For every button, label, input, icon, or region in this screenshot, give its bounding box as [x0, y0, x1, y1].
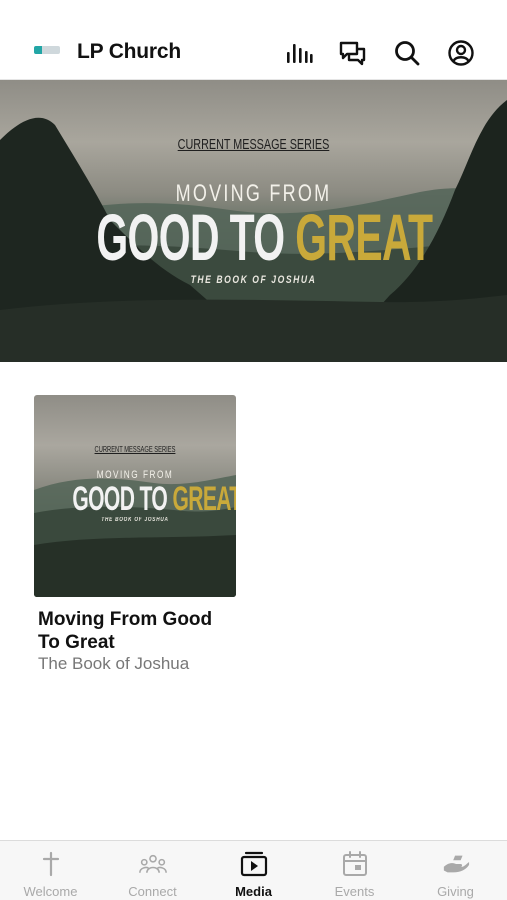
card-series-book: THE BOOK OF JOSHUA: [101, 517, 169, 523]
media-card-artwork[interactable]: CURRENT MESSAGE SERIES MOVING FROM GOOD …: [34, 395, 236, 597]
tab-giving[interactable]: Giving: [405, 841, 506, 900]
chat-icon[interactable]: [338, 38, 368, 68]
media-card[interactable]: CURRENT MESSAGE SERIES MOVING FROM GOOD …: [34, 395, 236, 673]
tab-events-label: Events: [334, 884, 375, 899]
card-series-tag: CURRENT MESSAGE SERIES: [94, 445, 176, 454]
giving-hand-icon: [442, 850, 470, 878]
media-card-title[interactable]: Moving From Good To Great: [38, 608, 238, 654]
tab-welcome-label: Welcome: [23, 884, 78, 899]
logo-icon[interactable]: [34, 46, 60, 54]
series-book: THE BOOK OF JOSHUA: [190, 274, 317, 286]
people-icon: [138, 850, 167, 878]
media-play-icon: [240, 850, 268, 878]
hero-banner[interactable]: CURRENT MESSAGE SERIES MOVING FROM GOOD …: [0, 80, 507, 362]
tab-events[interactable]: Events: [304, 841, 405, 900]
tab-bar: Welcome Connect Media Events Giving: [0, 840, 507, 900]
tab-welcome[interactable]: Welcome: [0, 841, 101, 900]
card-series-main-gold: GREAT: [172, 480, 236, 518]
search-icon[interactable]: [392, 38, 422, 68]
tab-media[interactable]: Media: [203, 841, 304, 900]
card-series-main-title: GOOD TO GREAT: [72, 480, 236, 518]
app-title: LP Church: [77, 40, 181, 63]
series-main-white: GOOD TO: [96, 200, 296, 274]
audio-bars-icon[interactable]: [284, 38, 314, 68]
tab-connect-label: Connect: [128, 884, 177, 899]
tab-connect[interactable]: Connect: [102, 841, 203, 900]
media-card-subtitle: The Book of Joshua: [38, 654, 190, 673]
tab-giving-label: Giving: [437, 884, 474, 899]
tab-media-label: Media: [235, 884, 272, 899]
series-tag: CURRENT MESSAGE SERIES: [177, 136, 330, 153]
series-main-gold: GREAT: [295, 200, 433, 274]
calendar-icon: [341, 850, 369, 878]
app-header: LP Church: [0, 0, 507, 80]
profile-icon[interactable]: [446, 38, 476, 68]
series-main-title: GOOD TO GREAT: [96, 200, 433, 274]
card-series-main-white: GOOD TO: [72, 480, 173, 518]
cross-icon: [37, 850, 65, 878]
